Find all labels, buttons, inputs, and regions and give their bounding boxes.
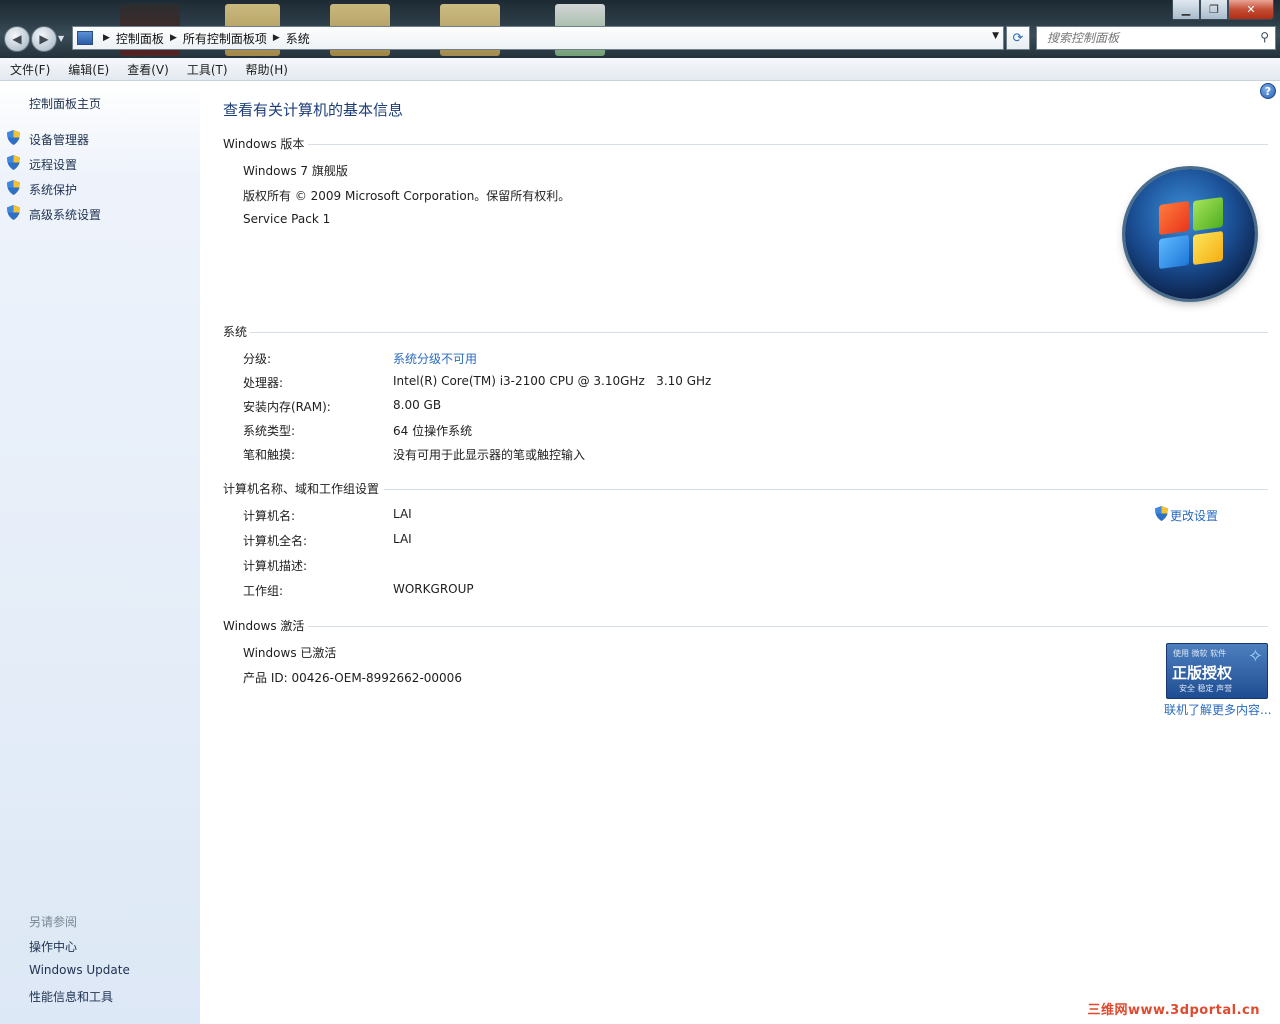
main-content: ? 查看有关计算机的基本信息 Windows 版本 Windows 7 旗舰版 … (200, 81, 1280, 1024)
computer-label: 计算机全名: (243, 534, 308, 548)
workgroup-value: WORKGROUP (393, 582, 474, 596)
section-heading-edition: Windows 版本 (223, 137, 305, 151)
star-icon: ✧ (1247, 646, 1263, 667)
activation-status: Windows 已激活 (243, 646, 337, 660)
badge-main-text: 正版授权 (1172, 664, 1233, 682)
system-label: 安装内存(RAM): (243, 400, 331, 414)
sidebar-system-protection[interactable]: 系统保护 (29, 181, 77, 198)
product-id: 产品 ID: 00426-OEM-8992662-00006 (243, 671, 462, 685)
system-label: 笔和触摸: (243, 448, 296, 462)
forward-arrow-icon: ▶ (39, 32, 49, 46)
refresh-button[interactable]: ⟳ (1006, 26, 1030, 50)
maximize-button[interactable]: ❐ (1200, 0, 1228, 20)
breadcrumb-all-items[interactable]: 所有控制面板项 (177, 30, 273, 47)
system-label: 系统类型: (243, 424, 296, 438)
menu-view[interactable]: 查看(V) (119, 61, 177, 78)
refresh-icon: ⟳ (1012, 30, 1024, 46)
processor-value: Intel(R) Core(TM) i3-2100 CPU @ 3.10GHz … (393, 374, 712, 388)
shield-icon (7, 205, 20, 220)
system-label: 分级: (243, 352, 272, 366)
learn-more-online-link[interactable]: 联机了解更多内容... (1164, 701, 1271, 718)
divider (308, 626, 1268, 627)
back-arrow-icon: ◀ (12, 32, 22, 46)
shield-icon (7, 130, 20, 145)
computer-name-value: LAI (393, 507, 412, 521)
system-label: 处理器: (243, 376, 284, 390)
help-icon[interactable]: ? (1260, 83, 1276, 99)
badge-sub-text: 安全 稳定 声誉 (1179, 684, 1233, 693)
edition-name: Windows 7 旗舰版 (243, 164, 348, 178)
breadcrumb-chevron-icon[interactable]: ▶ (170, 33, 177, 43)
logo-flag-green (1193, 196, 1223, 232)
full-computer-name-value: LAI (393, 532, 412, 546)
rating-link[interactable]: 系统分级不可用 (393, 350, 477, 367)
sidebar-control-panel-home[interactable]: 控制面板主页 (29, 95, 101, 112)
computer-label: 计算机名: (243, 509, 296, 523)
control-panel-icon (77, 31, 93, 45)
genuine-software-badge[interactable]: 使用 微软 软件 ✧ 正版授权 安全 稳定 声誉 (1166, 643, 1268, 699)
menu-edit[interactable]: 编辑(E) (60, 61, 117, 78)
divider (308, 144, 1268, 145)
sidebar-advanced-system-settings[interactable]: 高级系统设置 (29, 206, 101, 223)
logo-flag-red (1159, 200, 1189, 236)
minimize-button[interactable]: ▁ (1172, 0, 1200, 20)
address-dropdown-icon[interactable]: ▼ (992, 31, 999, 41)
breadcrumb-chevron-icon[interactable]: ▶ (103, 33, 110, 43)
sidebar-performance-tools[interactable]: 性能信息和工具 (29, 988, 113, 1005)
menu-file[interactable]: 文件(F) (2, 61, 58, 78)
section-heading-activation: Windows 激活 (223, 619, 305, 633)
badge-top-text: 使用 微软 软件 (1173, 649, 1227, 658)
windows-logo-icon (1125, 169, 1255, 299)
sidebar-action-center[interactable]: 操作中心 (29, 938, 77, 955)
system-type-value: 64 位操作系统 (393, 424, 473, 438)
shield-icon (7, 155, 20, 170)
forward-button[interactable]: ▶ (31, 26, 57, 52)
computer-label: 工作组: (243, 584, 284, 598)
menu-tools[interactable]: 工具(T) (179, 61, 236, 78)
section-heading-computer: 计算机名称、域和工作组设置 (223, 482, 380, 496)
see-also-heading: 另请参阅 (29, 915, 78, 929)
change-settings-link[interactable]: 更改设置 (1170, 507, 1218, 524)
search-icon[interactable]: ⚲ (1260, 30, 1269, 44)
service-pack: Service Pack 1 (243, 212, 331, 226)
pen-touch-value: 没有可用于此显示器的笔或触控输入 (393, 448, 586, 462)
computer-label: 计算机描述: (243, 559, 308, 573)
divider (250, 332, 1268, 333)
menu-bar: 文件(F) 编辑(E) 查看(V) 工具(T) 帮助(H) (0, 58, 1280, 81)
divider (384, 489, 1268, 490)
close-button[interactable]: ✕ (1228, 0, 1274, 20)
sidebar-device-manager[interactable]: 设备管理器 (29, 131, 89, 148)
search-input[interactable] (1045, 30, 1249, 46)
logo-flag-yellow (1193, 230, 1223, 266)
sidebar-remote-settings[interactable]: 远程设置 (29, 156, 77, 173)
page-title: 查看有关计算机的基本信息 (223, 101, 404, 119)
shield-icon (1155, 506, 1168, 521)
search-box[interactable]: ⚲ (1036, 26, 1276, 50)
window-controls: ▁ ❐ ✕ (1172, 0, 1274, 20)
recent-pages-dropdown[interactable]: ▼ (58, 34, 64, 43)
section-heading-system: 系统 (223, 325, 248, 339)
menu-help[interactable]: 帮助(H) (238, 61, 296, 78)
breadcrumb-control-panel[interactable]: 控制面板 (110, 30, 170, 47)
address-bar[interactable]: ▶ 控制面板 ▶ 所有控制面板项 ▶ 系统 ▼ (72, 26, 1004, 50)
breadcrumb-system[interactable]: 系统 (280, 30, 316, 47)
sidebar-windows-update[interactable]: Windows Update (29, 963, 130, 977)
edition-copyright: 版权所有 © 2009 Microsoft Corporation。保留所有权利… (243, 189, 571, 203)
back-button[interactable]: ◀ (4, 26, 30, 52)
watermark: 三维网www.3dportal.cn (1087, 1003, 1260, 1018)
ram-value: 8.00 GB (393, 398, 442, 412)
breadcrumb-chevron-icon[interactable]: ▶ (273, 33, 280, 43)
sidebar: 控制面板主页 设备管理器 远程设置 系统保护 高级系统设置 另请参阅 操作中心 … (0, 81, 200, 1024)
logo-flag-blue (1159, 234, 1189, 270)
shield-icon (7, 180, 20, 195)
